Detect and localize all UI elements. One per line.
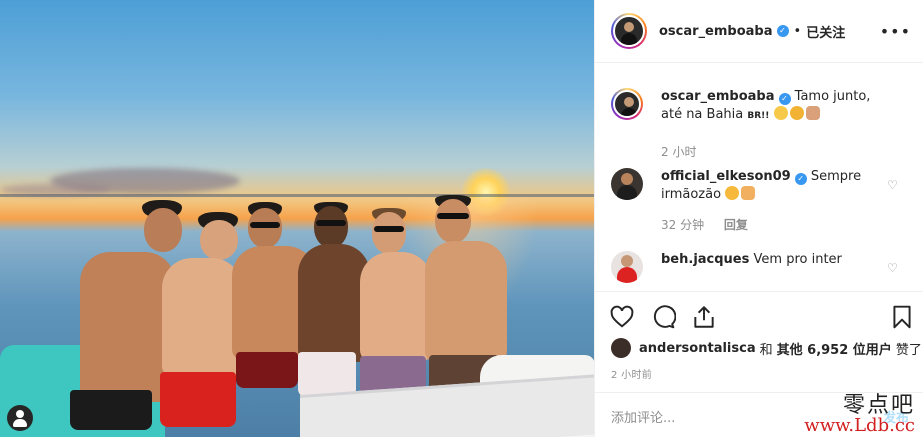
author-avatar[interactable] — [611, 13, 647, 49]
likes-and-text: 和 — [759, 342, 773, 358]
liker-avatar[interactable] — [611, 338, 631, 358]
rofl-emoji-icon — [789, 106, 804, 120]
post-photo[interactable] — [0, 0, 594, 437]
comment-icon[interactable] — [650, 304, 676, 330]
likes-count-link[interactable]: 其他 6,952 位用户 — [777, 339, 892, 358]
comment-list[interactable]: oscar_emboaba ✓ Tamo junto, até na Bahia … — [595, 64, 923, 291]
site-watermark: 零点吧 www.Ldb.cc — [804, 395, 915, 435]
verified-icon: ✓ — [794, 173, 807, 185]
watermark-line1: 零点吧 — [842, 393, 915, 418]
praying-hands-emoji-icon — [741, 186, 756, 200]
commenter-avatar[interactable] — [611, 251, 643, 283]
horizon-line — [0, 194, 594, 197]
heart-icon[interactable]: ♡ — [887, 261, 901, 275]
verified-icon: ✓ — [776, 25, 789, 37]
likes-suffix-text: 赞了 — [895, 342, 922, 358]
liker-username[interactable]: andersontalisca — [639, 341, 756, 356]
brazil-flag-text: BR!! — [747, 111, 770, 121]
caption-username[interactable]: oscar_emboaba — [661, 89, 775, 104]
verified-icon: ✓ — [778, 93, 791, 105]
caption-comment: oscar_emboaba ✓ Tamo junto, até na Bahia … — [611, 88, 907, 160]
bookmark-icon[interactable] — [889, 304, 915, 330]
commenter-avatar[interactable] — [611, 168, 643, 200]
post-side-panel: oscar_emboaba ✓ • 已关注 ••• oscar_emboaba ✓… — [594, 0, 923, 437]
reply-button[interactable]: 回复 — [724, 218, 748, 232]
watermark-line2: www.Ldb.cc — [804, 415, 915, 436]
comment-item: beh.jacques Vem pro inter ♡ — [611, 251, 907, 283]
kiss-emoji-icon — [725, 186, 740, 200]
user-tag-icon[interactable] — [7, 405, 33, 431]
laughing-emoji-icon — [773, 106, 788, 120]
heart-icon[interactable] — [609, 304, 635, 330]
separator-dot: • — [793, 23, 802, 39]
post-timestamp: 2 小时前 — [611, 370, 653, 381]
comment-text: Vem pro inter — [753, 252, 842, 267]
caption-author-avatar[interactable] — [611, 88, 643, 120]
caption-time: 2 小时 — [661, 145, 697, 159]
commenter-username[interactable]: official_elkeson09 — [661, 169, 791, 184]
commenter-username[interactable]: beh.jacques — [661, 252, 749, 267]
comment-time: 32 分钟 — [661, 218, 705, 232]
comment-item: official_elkeson09 ✓ Sempre irmãozão 32 分… — [611, 168, 907, 233]
post-header: oscar_emboaba ✓ • 已关注 ••• — [595, 0, 923, 63]
heart-icon[interactable]: ♡ — [887, 178, 901, 192]
fist-bump-emoji-icon — [805, 106, 820, 120]
action-bar — [595, 291, 923, 339]
share-icon[interactable] — [691, 304, 717, 330]
more-options-icon[interactable]: ••• — [880, 22, 911, 41]
follow-status-button[interactable]: 已关注 — [806, 22, 845, 41]
add-comment-input[interactable]: 添加评论... — [611, 411, 675, 426]
author-username[interactable]: oscar_emboaba — [659, 24, 773, 39]
likes-summary: andersontalisca 和 其他 6,952 位用户 赞了 — [611, 338, 922, 358]
